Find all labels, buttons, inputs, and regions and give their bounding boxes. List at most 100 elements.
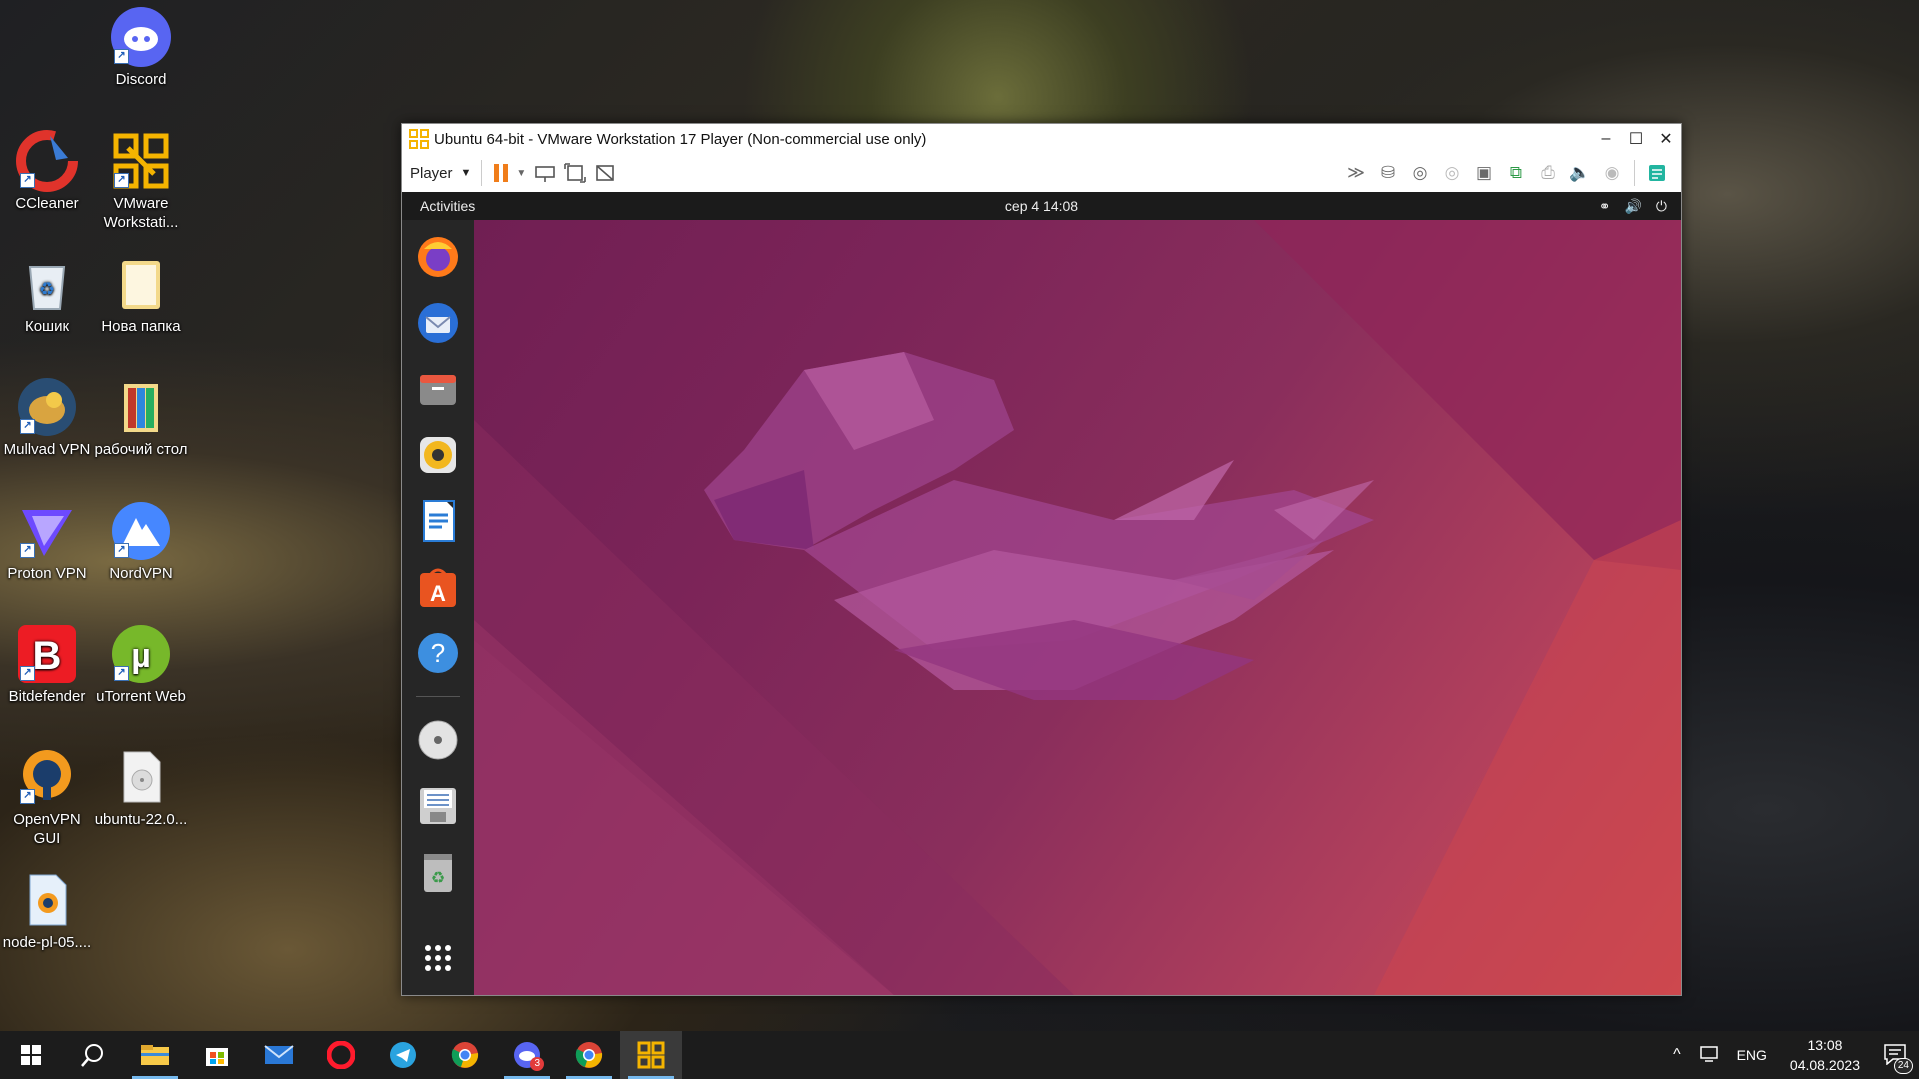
ubuntu-guest-screen[interactable]: Activities сер 4 14:08 ⚭ 🔊 ⏻ A ? ♻ [402, 192, 1681, 995]
desktop-icon-label: Proton VPN [7, 565, 87, 582]
window-title: Ubuntu 64-bit - VMware Workstation 17 Pl… [434, 130, 927, 148]
folder-icon [110, 253, 172, 315]
unity-button[interactable] [594, 158, 616, 188]
svg-text:µ: µ [131, 637, 151, 675]
svg-text:?: ? [431, 638, 445, 668]
network-icon: ⚭ [1598, 197, 1611, 214]
notification-count: 24 [1893, 1057, 1913, 1074]
desktop-icon-label: Bitdefender [8, 688, 86, 705]
taskbar-opera[interactable] [310, 1031, 372, 1079]
search-button[interactable] [62, 1031, 124, 1079]
full-screen-icon [564, 163, 587, 183]
rhythmbox-icon[interactable] [415, 432, 461, 478]
player-menu-label: Player [410, 164, 453, 182]
activities-button[interactable]: Activities [420, 198, 475, 214]
desktop-icon-label: Кошик [24, 318, 70, 335]
taskbar-mail[interactable] [248, 1031, 310, 1079]
desktop-icon-ccleaner[interactable]: ↗ CCleaner [0, 130, 94, 213]
printer-icon[interactable]: ⎙ [1534, 158, 1562, 188]
desktop-icon-vmware[interactable]: ↗ VMware Workstati... [94, 130, 188, 232]
volume-icon: 🔊 [1624, 197, 1642, 214]
pause-button[interactable]: ▼ [492, 158, 526, 188]
notification-badge: 3 [530, 1057, 544, 1071]
desktop-icon-desktop-archive[interactable]: рабочий стол [94, 376, 188, 459]
ubuntu-dock: A ? ♻ [402, 220, 474, 995]
taskbar-file-explorer[interactable] [124, 1031, 186, 1079]
desktop-icon-mullvad[interactable]: ↗ Mullvad VPN [0, 376, 94, 459]
desktop-icon-ovpn-file[interactable]: node-pl-05.... [0, 869, 94, 952]
desktop-icon-bitdefender[interactable]: B ↗ Bitdefender [0, 623, 94, 706]
gnome-clock[interactable]: сер 4 14:08 [1005, 198, 1078, 214]
files-icon[interactable] [415, 366, 461, 412]
taskbar-telegram[interactable] [372, 1031, 434, 1079]
minimize-button[interactable]: – [1591, 130, 1621, 148]
desktop-icon-recycle-bin[interactable]: ♻ Кошик [0, 253, 94, 336]
usb-icon[interactable]: ◉ [1598, 158, 1626, 188]
maximize-button[interactable]: ☐ [1621, 129, 1651, 149]
taskbar-vmware[interactable] [620, 1031, 682, 1079]
unity-icon [596, 165, 615, 181]
desktop-icon-new-folder[interactable]: Нова папка [94, 253, 188, 336]
shortcut-arrow-icon: ↗ [114, 173, 129, 188]
taskbar-chrome[interactable] [434, 1031, 496, 1079]
thunderbird-icon[interactable] [415, 300, 461, 346]
player-menu-button[interactable]: Player ▼ [410, 158, 471, 188]
help-icon[interactable]: ? [415, 630, 461, 676]
search-icon [81, 1044, 103, 1067]
vmware-titlebar[interactable]: Ubuntu 64-bit - VMware Workstation 17 Pl… [402, 124, 1681, 154]
desktop-icon-nordvpn[interactable]: ↗ NordVPN [94, 500, 188, 583]
sound-card-icon[interactable]: 🔈 [1566, 158, 1594, 188]
taskbar-microsoft-store[interactable] [186, 1031, 248, 1079]
trash-icon[interactable]: ♻ [415, 849, 461, 895]
shortcut-arrow-icon: ↗ [20, 419, 35, 434]
cd-dvd-icon[interactable]: ◎ [1406, 158, 1434, 188]
chevron-up-icon[interactable]: ^ [1673, 1046, 1681, 1064]
recycle-bin-icon: ♻ [16, 253, 78, 315]
system-tray: ^ ENG 13:08 04.08.2023 24 [1664, 1031, 1919, 1079]
shortcut-arrow-icon: ↗ [20, 789, 35, 804]
desktop-icon-discord[interactable]: ↗ Discord [94, 6, 188, 89]
show-applications-icon[interactable] [415, 935, 461, 981]
floppy-drive-icon[interactable] [415, 783, 461, 829]
desktop-icon-label: NordVPN [109, 565, 173, 582]
gnome-system-tray[interactable]: ⚭ 🔊 ⏻ [1599, 198, 1667, 215]
full-screen-button[interactable] [564, 158, 587, 188]
desktop-icon-label: рабочий стол [94, 441, 188, 458]
taskbar-chrome-profile[interactable] [558, 1031, 620, 1079]
desktop-icon-openvpn[interactable]: ↗ OpenVPN GUI [0, 746, 94, 848]
network-adapter-icon[interactable]: ⧉ [1502, 158, 1530, 188]
shortcut-arrow-icon: ↗ [114, 543, 129, 558]
notification-center-button[interactable]: 24 [1883, 1043, 1913, 1074]
taskbar-clock[interactable]: 13:08 04.08.2023 [1790, 1035, 1860, 1075]
desktop-icon-label: node-pl-05.... [2, 934, 92, 951]
desktop-icon-ubuntu-iso[interactable]: ubuntu-22.0... [94, 746, 188, 829]
message-log-icon[interactable] [1643, 158, 1671, 188]
chrome-icon [575, 1042, 603, 1068]
shortcut-arrow-icon: ↗ [20, 543, 35, 558]
vmware-window: Ubuntu 64-bit - VMware Workstation 17 Pl… [401, 123, 1682, 996]
start-button[interactable] [0, 1031, 62, 1079]
floppy-icon[interactable]: ▣ [1470, 158, 1498, 188]
vmware-icon: ↗ [110, 130, 172, 192]
hard-disk-icon[interactable]: ⛁ [1374, 158, 1402, 188]
ovpn-file-icon [16, 869, 78, 931]
desktop-icon-label: Mullvad VPN [3, 441, 91, 458]
libreoffice-writer-icon[interactable] [415, 498, 461, 544]
vmware-icon [637, 1041, 665, 1069]
network-status-icon[interactable] [1699, 1045, 1719, 1066]
firefox-icon[interactable] [415, 234, 461, 280]
ubuntu-software-icon[interactable]: A [415, 564, 461, 610]
send-ctrl-alt-del-button[interactable] [534, 158, 556, 188]
taskbar-discord[interactable]: 3 [496, 1031, 558, 1079]
desktop-icon-utorrent[interactable]: µ ↗ uTorrent Web [94, 623, 188, 706]
close-button[interactable]: ✕ [1651, 129, 1681, 149]
clock-time: 13:08 [1807, 1037, 1843, 1053]
file-explorer-icon [141, 1045, 169, 1065]
language-indicator[interactable]: ENG [1737, 1047, 1767, 1063]
opera-icon [327, 1041, 355, 1069]
shortcut-arrow-icon: ↗ [114, 49, 129, 64]
dvd-drive-icon[interactable] [415, 717, 461, 763]
cd-dvd-2-icon[interactable]: ◎ [1438, 158, 1466, 188]
more-devices-icon[interactable]: ≫ [1342, 158, 1370, 188]
desktop-icon-proton-vpn[interactable]: ↗ Proton VPN [0, 500, 94, 583]
